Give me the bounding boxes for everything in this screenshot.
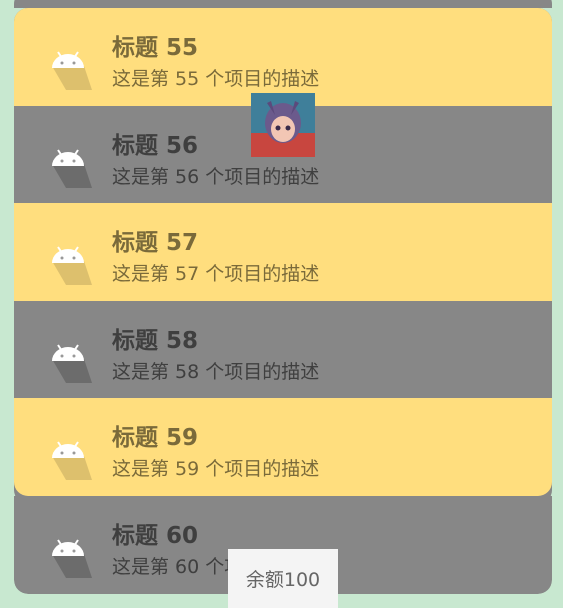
item-list: 标题 55 这是第 55 个项目的描述 标题 56 这是第 56 个项目的描述 — [14, 0, 552, 594]
item-title: 标题 56 — [112, 132, 199, 159]
item-description: 这是第 56 个项目的描述 — [112, 165, 320, 188]
item-title: 标题 55 — [112, 35, 199, 61]
item-description: 这是第 55 个项目的描述 — [112, 68, 320, 90]
item-description: 这是第 59 个项目的描述 — [112, 458, 320, 481]
list-item[interactable]: 标题 55 这是第 55 个项目的描述 — [14, 8, 552, 106]
list-item[interactable]: 标题 58 这是第 58 个项目的描述 — [14, 300, 552, 399]
android-icon — [52, 149, 92, 188]
android-icon — [52, 246, 92, 286]
android-icon — [52, 441, 92, 481]
item-description: 这是第 58 个项目的描述 — [112, 360, 320, 383]
item-title: 标题 60 — [112, 523, 199, 549]
item-title: 标题 58 — [112, 327, 199, 354]
android-icon — [52, 51, 92, 90]
list-item[interactable]: 标题 59 这是第 59 个项目的描述 — [14, 398, 552, 496]
item-description: 这是第 57 个项目的描述 — [112, 263, 320, 286]
android-icon — [52, 344, 92, 383]
balance-toast: 余额100 — [228, 549, 338, 608]
list-item[interactable]: 标题 57 这是第 57 个项目的描述 — [14, 203, 552, 301]
list-item-partial[interactable] — [14, 0, 552, 8]
item-title: 标题 57 — [112, 230, 199, 257]
list-group-yellow: 标题 55 这是第 55 个项目的描述 标题 56 这是第 56 个项目的描述 — [14, 8, 552, 504]
android-icon — [52, 539, 92, 578]
avatar-image[interactable] — [251, 93, 315, 157]
item-title: 标题 59 — [112, 425, 199, 452]
toast-text: 余额100 — [245, 569, 321, 591]
